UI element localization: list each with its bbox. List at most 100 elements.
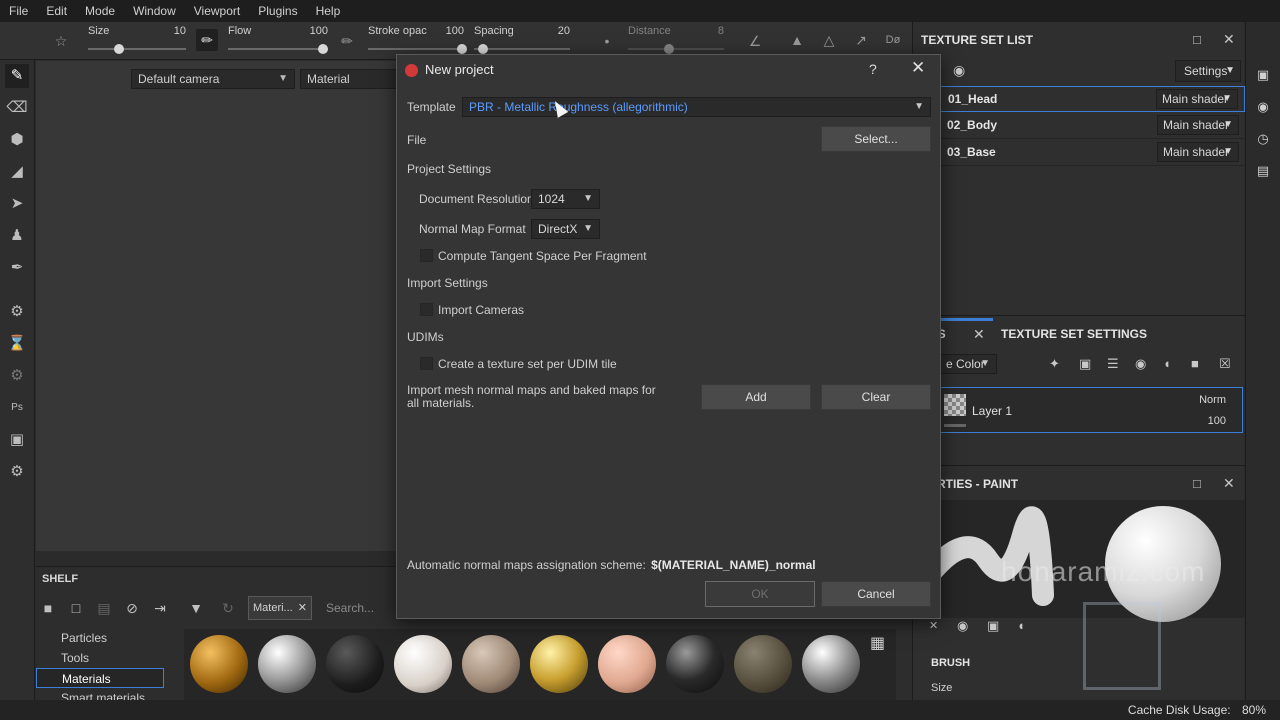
shelf-category-materials[interactable]: Materials xyxy=(36,668,164,688)
flow-pressure-icon[interactable]: ✏ xyxy=(336,30,358,52)
normal-map-format-select[interactable]: DirectX ▼ xyxy=(531,219,600,239)
delete-icon[interactable]: ☒ xyxy=(1219,356,1231,372)
photoshop-icon[interactable]: Ps xyxy=(5,396,29,420)
menu-help[interactable]: Help xyxy=(307,0,350,22)
tab-texture-set-settings[interactable]: TEXTURE SET SETTINGS xyxy=(1001,327,1147,341)
plugin-icon[interactable]: ⚙ xyxy=(5,460,29,484)
spacing-knob[interactable] xyxy=(478,44,488,54)
size-value[interactable]: 10 xyxy=(174,25,186,37)
alpha-icon[interactable]: ◉ xyxy=(957,618,968,634)
material-thumb[interactable] xyxy=(802,635,860,693)
log-icon[interactable]: ▤ xyxy=(1254,162,1272,180)
environment-icon[interactable]: ◉ xyxy=(1254,98,1272,116)
menu-window[interactable]: Window xyxy=(124,0,185,22)
fill-layer-icon[interactable]: ◉ xyxy=(1135,356,1146,372)
add-button[interactable]: Add xyxy=(701,384,811,410)
projection-icon[interactable]: ⬢ xyxy=(5,128,29,152)
stroke-opacity-knob[interactable] xyxy=(457,44,467,54)
material-thumb[interactable] xyxy=(530,635,588,693)
folder-icon[interactable]: ■ xyxy=(1191,356,1199,371)
symmetry-icon[interactable]: ▲ xyxy=(786,29,808,51)
material-thumb[interactable] xyxy=(598,635,656,693)
angle-icon[interactable]: ∠ xyxy=(744,30,766,52)
flow-knob[interactable] xyxy=(318,44,328,54)
clone-stamp-icon[interactable]: ♟ xyxy=(5,224,29,248)
shader-select[interactable]: Main shader ▼ xyxy=(1156,89,1238,109)
mask-icon[interactable]: ▣ xyxy=(1079,356,1091,372)
shelf-category-particles[interactable]: Particles xyxy=(36,628,164,648)
radial-symmetry-icon[interactable]: ↗ xyxy=(850,29,872,51)
layer-row[interactable]: Layer 1 Norm 100 xyxy=(939,387,1243,433)
camera-select[interactable]: Default camera ▼ xyxy=(131,69,295,89)
tangent-space-checkbox[interactable] xyxy=(420,249,433,262)
lazy-mouse-icon[interactable]: • xyxy=(596,30,618,52)
brush-pressure-icon[interactable]: ✏ xyxy=(196,29,218,51)
shader-select[interactable]: Main shader ▼ xyxy=(1157,142,1239,162)
menu-file[interactable]: File xyxy=(0,0,37,22)
ok-button[interactable]: OK xyxy=(705,581,815,607)
material-thumb[interactable] xyxy=(734,635,792,693)
float-panel-icon[interactable]: □ xyxy=(1193,32,1201,47)
color-picker-icon[interactable]: ✒ xyxy=(5,256,29,280)
material-thumb[interactable] xyxy=(258,635,316,693)
shelf-category-tools[interactable]: Tools xyxy=(36,648,164,668)
template-select[interactable]: PBR - Metallic Roughness (allegorithmic)… xyxy=(462,97,931,117)
history-icon[interactable]: ◷ xyxy=(1254,130,1272,148)
material-thumb[interactable] xyxy=(394,635,452,693)
hide-icon[interactable]: ⊘ xyxy=(120,597,144,619)
folder-icon[interactable]: ■ xyxy=(36,597,60,619)
material-thumb[interactable] xyxy=(190,635,248,693)
stroke-opacity-track[interactable] xyxy=(368,48,464,50)
select-file-button[interactable]: Select... xyxy=(821,126,931,152)
layer-name[interactable]: Layer 1 xyxy=(972,404,1012,418)
menu-mode[interactable]: Mode xyxy=(76,0,124,22)
texture-set-row[interactable]: 01_Head Main shader ▼ xyxy=(939,86,1245,112)
menu-plugins[interactable]: Plugins xyxy=(249,0,306,22)
shader-select[interactable]: Main shader ▼ xyxy=(1157,115,1239,135)
texture-set-row[interactable]: 03_Base Main shader ▼ xyxy=(939,140,1245,166)
document-resolution-select[interactable]: 1024 ▼ xyxy=(531,189,600,209)
float-panel-icon[interactable]: □ xyxy=(1193,476,1201,491)
clear-button[interactable]: Clear xyxy=(821,384,931,410)
cancel-button[interactable]: Cancel xyxy=(821,581,931,607)
channel-select[interactable]: e Color ▼ xyxy=(939,354,997,374)
distance-value[interactable]: 8 xyxy=(718,25,724,37)
grid-view-icon[interactable]: ▦ xyxy=(870,633,885,653)
eraser-icon[interactable]: ⌫ xyxy=(5,96,29,120)
texture-set-settings-dropdown[interactable]: Settings ▼ xyxy=(1175,60,1241,82)
flow-value[interactable]: 100 xyxy=(310,25,328,37)
smudge-icon[interactable]: ➤ xyxy=(5,192,29,216)
alignment-icon[interactable]: ☆ xyxy=(50,30,72,52)
mirror-icon[interactable]: △ xyxy=(818,29,840,51)
flow-track[interactable] xyxy=(228,48,328,50)
spacing-value[interactable]: 20 xyxy=(558,25,570,37)
paint-layer-icon[interactable]: ◖ xyxy=(1163,356,1171,371)
spacing-track[interactable] xyxy=(474,48,570,50)
effect-icon[interactable]: ✦ xyxy=(1049,356,1060,372)
menu-viewport[interactable]: Viewport xyxy=(185,0,249,22)
view-mode-select[interactable]: Material xyxy=(300,69,400,89)
camera-icon[interactable]: ▣ xyxy=(1254,66,1272,84)
material-thumb[interactable] xyxy=(462,635,520,693)
close-icon[interactable]: ✕ xyxy=(1223,31,1235,48)
paint-brush-icon[interactable]: ✎ xyxy=(5,64,29,88)
iray-icon[interactable]: ⚙ xyxy=(5,364,29,388)
material-icon[interactable]: ◖ xyxy=(1017,618,1025,633)
menu-edit[interactable]: Edit xyxy=(37,0,76,22)
materials-filter-tab[interactable]: Materi... ✕ xyxy=(248,596,312,620)
layer-opacity[interactable]: 100 xyxy=(1208,415,1226,427)
polygon-fill-icon[interactable]: ◢ xyxy=(5,160,29,184)
close-icon[interactable]: ✕ xyxy=(298,597,307,619)
close-icon[interactable]: ✕ xyxy=(973,326,985,343)
material-thumb[interactable] xyxy=(666,635,724,693)
close-icon[interactable]: ✕ xyxy=(1223,475,1235,492)
help-button[interactable]: ? xyxy=(869,61,877,77)
distance-knob[interactable] xyxy=(664,44,674,54)
size-track[interactable] xyxy=(88,48,186,50)
import-icon[interactable]: ⇥ xyxy=(148,597,172,619)
refresh-icon[interactable]: ↻ xyxy=(216,597,240,619)
distance-track[interactable] xyxy=(628,48,724,50)
eye-icon[interactable]: ◉ xyxy=(953,62,965,79)
bake-icon[interactable]: ⚙ xyxy=(5,300,29,324)
new-window-icon[interactable]: □ xyxy=(64,597,88,619)
